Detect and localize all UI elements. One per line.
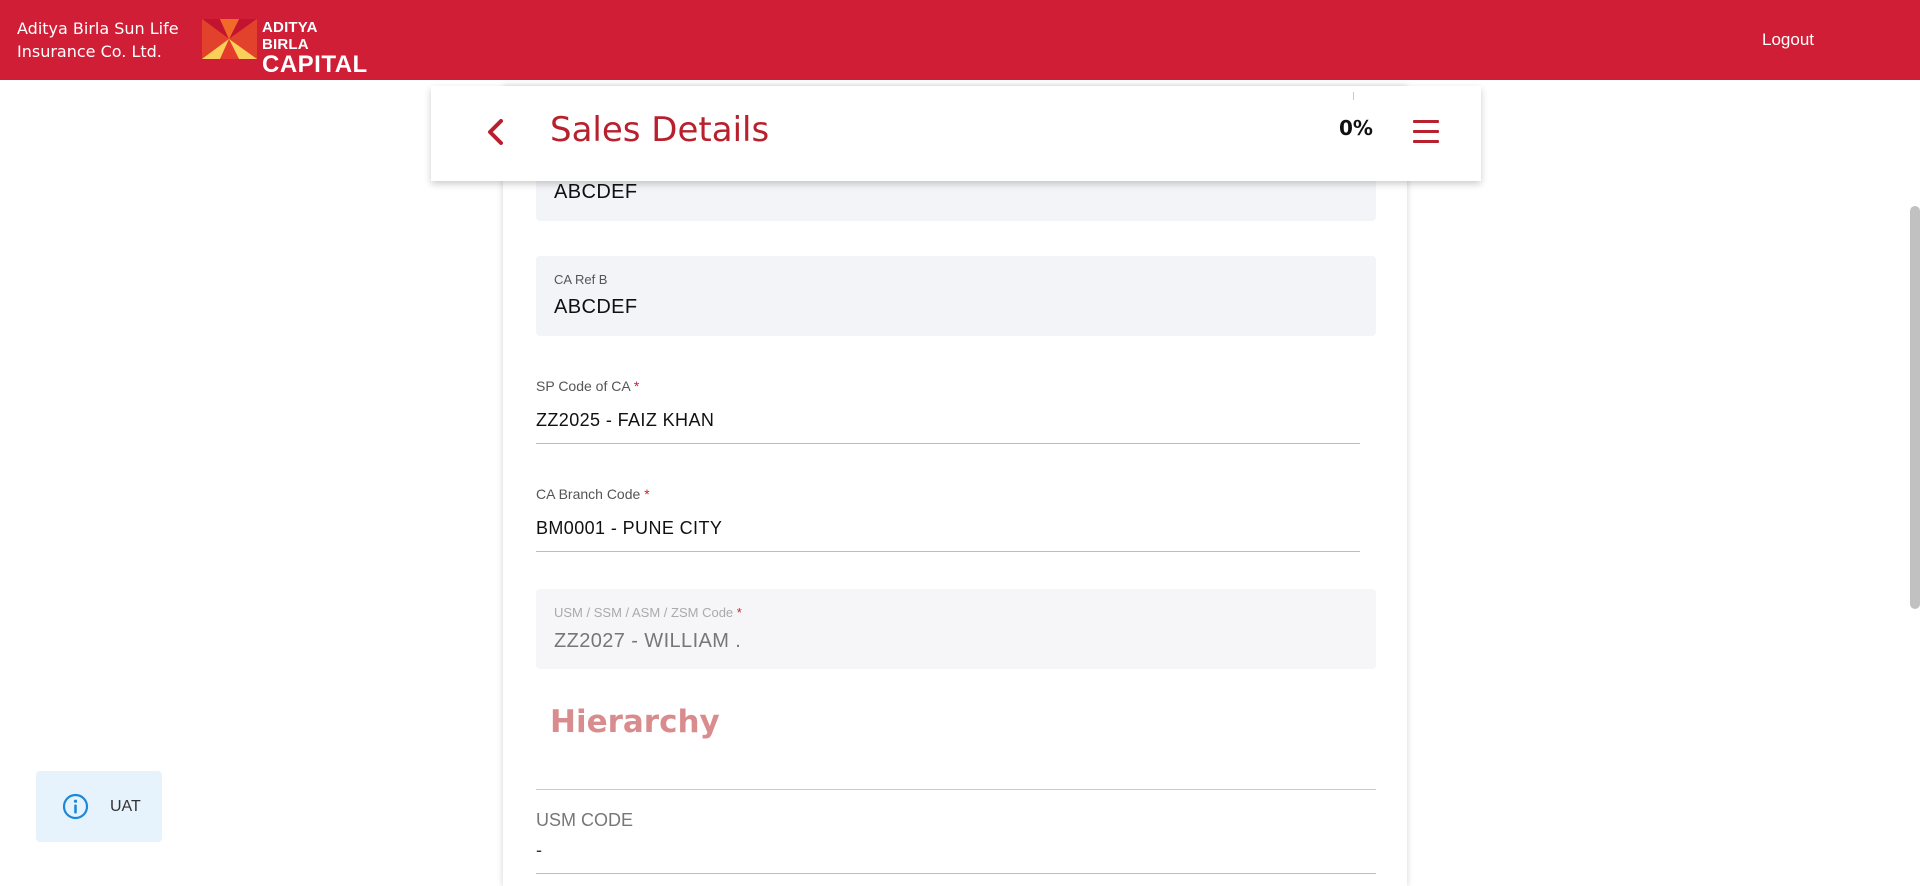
required-asterisk: * (736, 605, 742, 620)
usm-code-underline (536, 873, 1376, 874)
usm-ssm-code-value: ZZ2027 - WILLIAM . (554, 630, 742, 652)
hamburger-menu-icon[interactable] (1413, 120, 1439, 144)
ca-ref-b-label: CA Ref B (554, 272, 608, 287)
sp-code-select[interactable]: SP Code of CA * ZZ2025 - FAIZ KHAN (536, 378, 1360, 444)
ca-ref-b-value: ABCDEF (554, 296, 638, 318)
ca-ref-b-field[interactable]: CA Ref B ABCDEF (536, 256, 1376, 336)
progress-divider (1353, 92, 1354, 100)
company-name-line2: Insurance Co. Ltd. (17, 42, 162, 61)
sp-code-value: ZZ2025 - FAIZ KHAN (536, 410, 715, 430)
required-asterisk: * (633, 378, 640, 394)
environment-badge[interactable]: UAT (36, 771, 162, 842)
aditya-birla-capital-logo: ADITYA BIRLA CAPITAL (202, 19, 367, 77)
company-name-line1: Aditya Birla Sun Life (17, 19, 179, 38)
branch-code-label-text: CA Branch Code (536, 486, 641, 502)
page-title: Sales Details (550, 110, 770, 150)
branch-code-select[interactable]: CA Branch Code * BM0001 - PUNE CITY (536, 486, 1360, 552)
progress-percent: 0% (1339, 116, 1373, 140)
usm-ssm-code-label: USM / SSM / ASM / ZSM Code * (554, 605, 742, 620)
top-navbar: Aditya Birla Sun Life Insurance Co. Ltd.… (0, 0, 1920, 80)
logo-line2: CAPITAL (262, 51, 368, 78)
hierarchy-heading: Hierarchy (550, 704, 720, 740)
sp-code-label: SP Code of CA * (536, 378, 639, 394)
branch-code-value: BM0001 - PUNE CITY (536, 518, 723, 538)
logo-mark-icon (202, 19, 257, 59)
logout-button[interactable]: Logout (1762, 30, 1814, 50)
page-scrollbar[interactable] (1910, 206, 1920, 609)
section-divider (536, 789, 1376, 790)
branch-code-label: CA Branch Code * (536, 486, 650, 502)
logo-wordmark: ADITYA BIRLA CAPITAL (262, 19, 368, 78)
page-header: Sales Details 0% (431, 86, 1481, 181)
sp-code-label-text: SP Code of CA (536, 378, 630, 394)
usm-ssm-code-label-text: USM / SSM / ASM / ZSM Code (554, 605, 734, 620)
environment-label: UAT (110, 798, 141, 815)
usm-ssm-asm-zsm-code-field: USM / SSM / ASM / ZSM Code * ZZ2027 - WI… (536, 589, 1376, 669)
info-icon (62, 793, 89, 820)
ca-ref-a-value: ABCDEF (554, 181, 638, 203)
required-asterisk: * (644, 486, 650, 502)
usm-code-label: USM CODE (536, 810, 634, 830)
logo-line1: ADITYA BIRLA (262, 19, 318, 53)
chevron-left-icon[interactable] (481, 116, 511, 148)
usm-code-value: - (536, 840, 542, 860)
company-name: Aditya Birla Sun Life Insurance Co. Ltd. (17, 17, 179, 63)
